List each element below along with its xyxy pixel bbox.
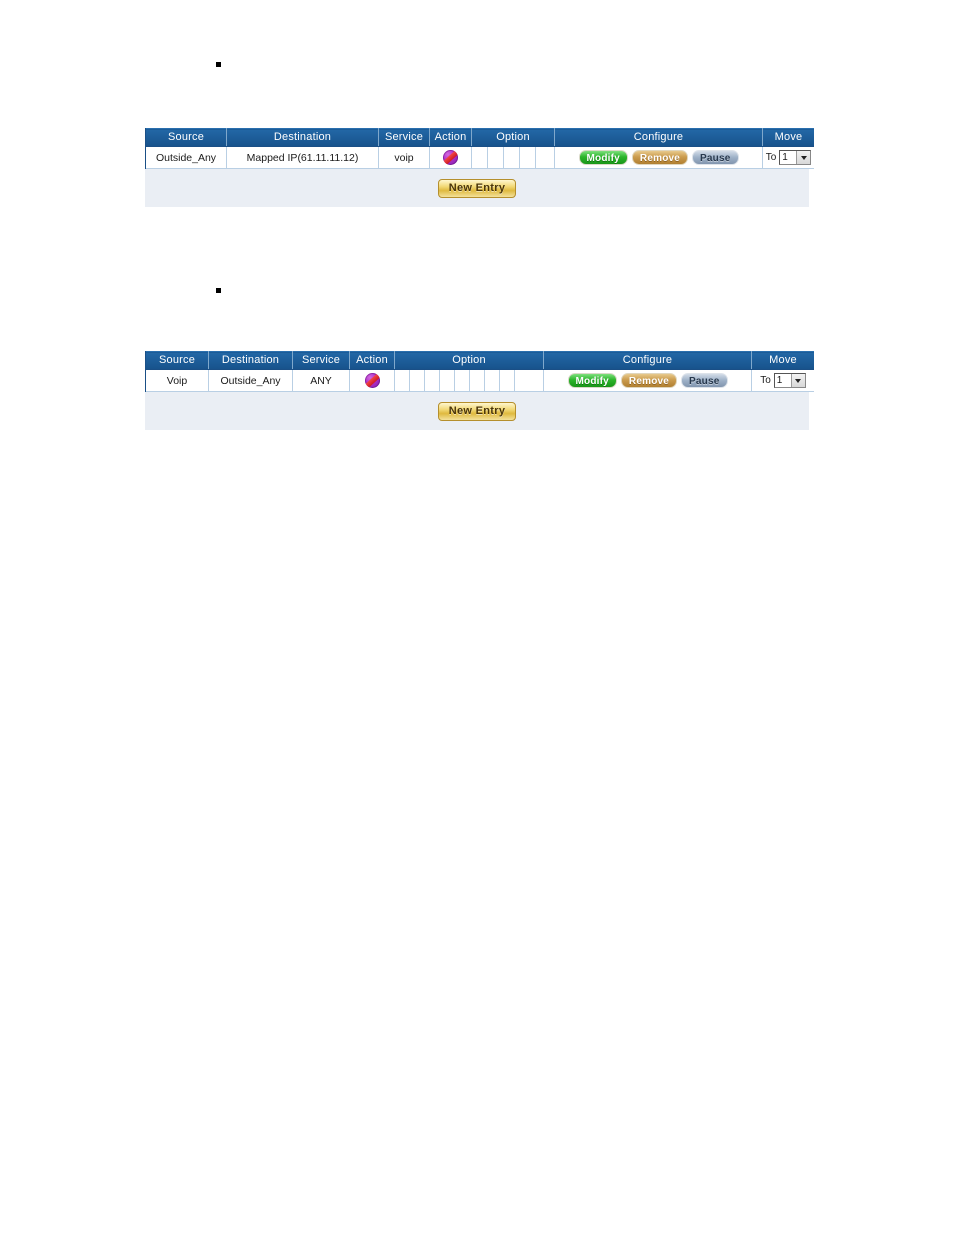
cell-action [349, 369, 395, 392]
option-subcell [515, 370, 543, 391]
cell-option [394, 369, 544, 392]
square-bullet-icon-2 [216, 288, 221, 293]
permit-nat-icon [443, 150, 458, 165]
cell-source: Voip [146, 369, 209, 392]
option-subcell [395, 370, 410, 391]
page-root: Source Destination Service Action Option… [0, 0, 954, 1235]
move-position-select[interactable]: 1 [773, 373, 806, 388]
configure-button-group: Modify Remove Pause [557, 150, 760, 165]
permit-nat-icon [364, 373, 380, 388]
new-entry-button[interactable]: New Entry [437, 401, 517, 421]
option-subcell [520, 147, 536, 168]
column-header-action: Action [429, 128, 472, 147]
new-entry-row-1: New Entry [145, 169, 809, 207]
cell-service: ANY [292, 369, 350, 392]
chevron-down-icon[interactable] [796, 151, 811, 164]
new-entry-button[interactable]: New Entry [437, 178, 517, 198]
table-row: Voip Outside_Any ANY Modify Remove Pause… [146, 369, 814, 392]
pause-button[interactable]: Pause [692, 150, 739, 165]
cell-configure: Modify Remove Pause [543, 369, 752, 392]
table-row: Outside_Any Mapped IP(61.11.11.12) voip [146, 146, 814, 169]
option-subcell [425, 370, 440, 391]
cell-service: voip [378, 146, 430, 169]
column-header-destination: Destination [226, 128, 379, 147]
chevron-down-icon[interactable] [790, 374, 805, 387]
cell-move: To 1 [762, 146, 814, 169]
move-control: To 1 [754, 373, 812, 388]
option-subcell [440, 370, 455, 391]
configure-button-group: Modify Remove Pause [546, 373, 749, 388]
column-header-action: Action [349, 351, 395, 370]
remove-button[interactable]: Remove [631, 150, 689, 165]
move-control: To 1 [765, 150, 812, 165]
pause-button[interactable]: Pause [681, 373, 728, 388]
option-subcell [470, 370, 485, 391]
column-header-destination: Destination [208, 351, 293, 370]
cell-option [471, 146, 555, 169]
column-header-configure: Configure [554, 128, 763, 147]
column-header-source: Source [146, 351, 209, 370]
option-subcell [536, 147, 554, 168]
column-header-service: Service [292, 351, 350, 370]
policy-table-2-wrapper: Source Destination Service Action Option… [145, 351, 814, 392]
move-position-value: 1 [776, 375, 783, 386]
option-subcell [500, 370, 515, 391]
move-position-value: 1 [782, 152, 788, 163]
option-subcell [504, 147, 520, 168]
option-subcell [485, 370, 500, 391]
column-header-source: Source [146, 128, 227, 147]
policy-table-2: Source Destination Service Action Option… [146, 351, 814, 392]
table-header-row: Source Destination Service Action Option… [146, 351, 814, 370]
square-bullet-icon-1 [216, 62, 221, 67]
modify-button[interactable]: Modify [567, 373, 617, 388]
column-header-option: Option [394, 351, 544, 370]
policy-panel-1: Source Destination Service Action Option… [145, 128, 814, 207]
move-to-label: To [760, 375, 771, 386]
option-subcell [472, 147, 488, 168]
column-header-move: Move [762, 128, 814, 147]
option-subcell-grid [472, 147, 554, 168]
option-subcell-grid [395, 370, 543, 391]
cell-destination: Outside_Any [208, 369, 293, 392]
column-header-service: Service [378, 128, 430, 147]
cell-move: To 1 [751, 369, 814, 392]
table-header-row: Source Destination Service Action Option… [146, 128, 814, 147]
policy-panel-2: Source Destination Service Action Option… [145, 351, 814, 430]
column-header-option: Option [471, 128, 555, 147]
cell-source: Outside_Any [146, 146, 227, 169]
move-position-select[interactable]: 1 [779, 150, 812, 165]
policy-table-1-wrapper: Source Destination Service Action Option… [145, 128, 814, 169]
column-header-move: Move [751, 351, 814, 370]
cell-destination: Mapped IP(61.11.11.12) [226, 146, 379, 169]
option-subcell [410, 370, 425, 391]
policy-table-1: Source Destination Service Action Option… [146, 128, 814, 169]
option-subcell [488, 147, 504, 168]
cell-action [429, 146, 472, 169]
remove-button[interactable]: Remove [620, 373, 678, 388]
cell-configure: Modify Remove Pause [554, 146, 763, 169]
move-to-label: To [765, 152, 777, 163]
modify-button[interactable]: Modify [578, 150, 628, 165]
new-entry-row-2: New Entry [145, 392, 809, 430]
column-header-configure: Configure [543, 351, 752, 370]
option-subcell [455, 370, 470, 391]
